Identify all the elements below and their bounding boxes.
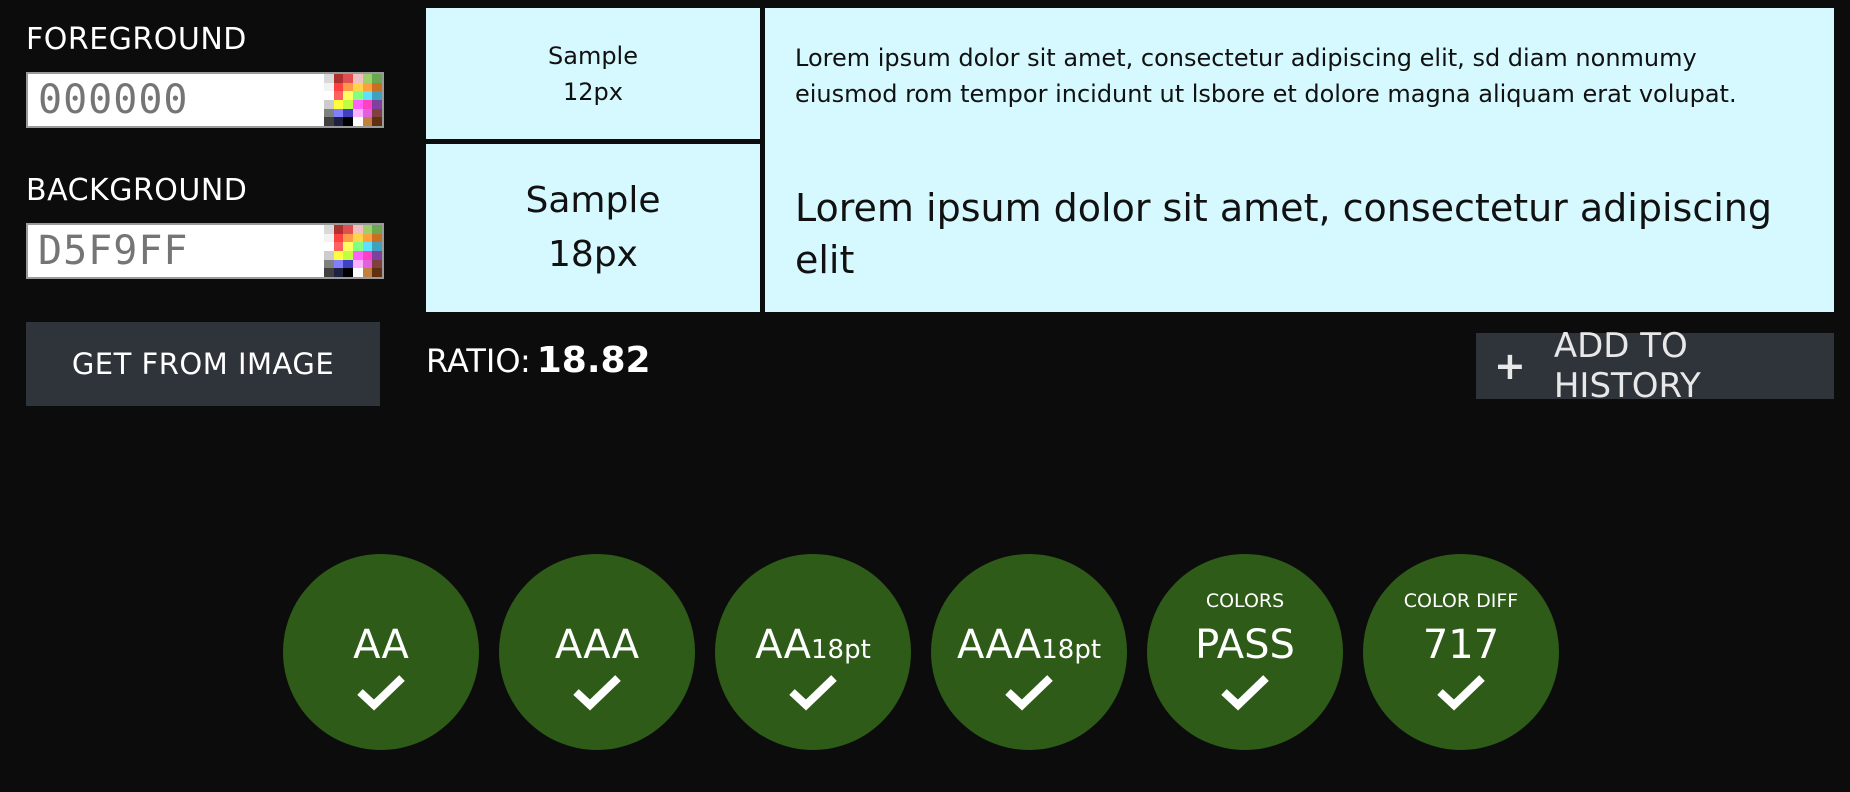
sample-text-small: Lorem ipsum dolor sit amet, consectetur … xyxy=(795,44,1737,108)
badge-title-text: 717 xyxy=(1422,622,1500,668)
add-to-history-button[interactable]: + ADD TO HISTORY xyxy=(1476,326,1834,406)
result-badge: AAA xyxy=(499,554,695,750)
badge-caption: COLOR DIFF xyxy=(1403,590,1519,612)
result-badge: AA18pt xyxy=(715,554,911,750)
badge-caption: COLORS xyxy=(1205,590,1285,612)
badge-title-text: AA xyxy=(755,622,812,668)
check-icon xyxy=(1005,675,1053,711)
sample-text-preview: Lorem ipsum dolor sit amet, consectetur … xyxy=(765,8,1834,312)
badge-title: AAA18pt xyxy=(931,622,1127,668)
sample-18px-size: 18px xyxy=(548,234,638,275)
sample-18px-title: Sample xyxy=(525,180,661,221)
check-icon xyxy=(357,675,405,711)
ratio-value: 18.82 xyxy=(536,340,651,381)
result-badge: AAA18pt xyxy=(931,554,1127,750)
badge-title-text: PASS xyxy=(1195,622,1295,668)
contrast-ratio: RATIO: 18.82 xyxy=(426,340,651,381)
background-label: BACKGROUND xyxy=(26,173,248,208)
badge-title: 717 xyxy=(1363,622,1559,668)
result-badge: COLORS PASS xyxy=(1147,554,1343,750)
badge-title: PASS xyxy=(1147,622,1343,668)
badge-title: AAA xyxy=(499,622,695,668)
check-icon xyxy=(573,675,621,711)
background-palette-picker[interactable] xyxy=(324,225,382,277)
foreground-hex-input[interactable] xyxy=(28,76,330,124)
check-icon xyxy=(1221,675,1269,711)
badge-title: AA18pt xyxy=(715,622,911,668)
foreground-label: FOREGROUND xyxy=(26,22,247,57)
foreground-palette-picker[interactable] xyxy=(324,74,382,126)
badge-subscript: 18pt xyxy=(1041,635,1102,665)
sample-12px-box: Sample 12px xyxy=(426,8,760,139)
foreground-field[interactable] xyxy=(26,72,384,128)
check-icon xyxy=(789,675,837,711)
badge-subscript: 18pt xyxy=(811,635,871,665)
ratio-label: RATIO: xyxy=(426,342,531,380)
sample-12px-title: Sample xyxy=(548,41,638,70)
plus-icon: + xyxy=(1494,344,1526,388)
result-badge: COLOR DIFF 717 xyxy=(1363,554,1559,750)
result-badge: AA xyxy=(283,554,479,750)
badge-title: AA xyxy=(283,622,479,668)
sample-18px-box: Sample 18px xyxy=(426,144,760,312)
background-field[interactable] xyxy=(26,223,384,279)
badge-title-text: AAA xyxy=(956,622,1042,668)
sample-text-large: Lorem ipsum dolor sit amet, consectetur … xyxy=(795,186,1772,282)
badge-title-text: AAA xyxy=(554,622,640,668)
get-from-image-button[interactable]: GET FROM IMAGE xyxy=(26,322,380,406)
add-to-history-label: ADD TO HISTORY xyxy=(1553,326,1701,406)
check-icon xyxy=(1437,675,1485,711)
sample-12px-size: 12px xyxy=(563,77,623,106)
background-hex-input[interactable] xyxy=(28,227,330,275)
badge-title-text: AA xyxy=(353,622,409,668)
